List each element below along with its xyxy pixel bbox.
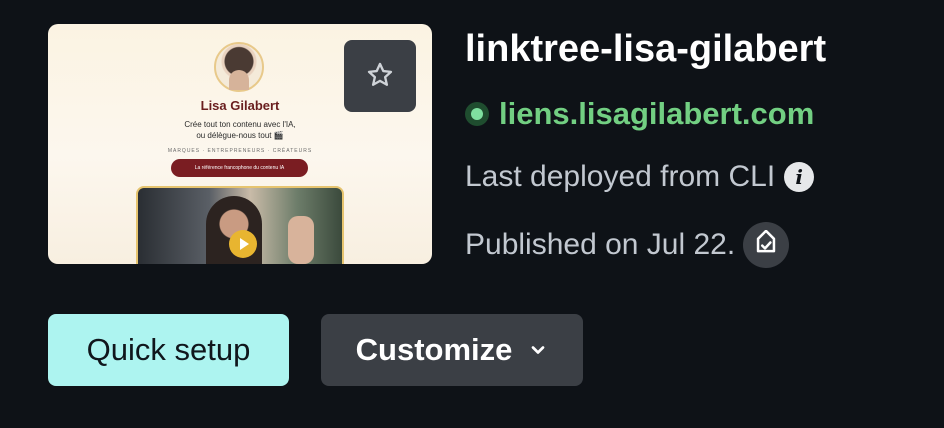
preview-avatar [214,42,264,92]
customize-label: Customize [355,332,513,367]
deploy-info: Last deployed from CLI i [465,160,815,194]
preview-categories: MARQUES · ENTREPRENEURS · CRÉATEURS [167,148,313,154]
star-icon [366,61,394,92]
preview-tagline-2: ou délègue-nous tout 🎬 [196,131,284,140]
deploy-text: Last deployed from CLI [465,160,776,193]
quick-setup-button[interactable]: Quick setup [48,314,289,386]
verified-badge-icon[interactable] [743,222,790,268]
play-icon [229,230,257,258]
published-text: Published on Jul 22. [465,228,736,261]
status-dot-icon [465,102,489,126]
video-hand [288,216,314,264]
site-url-link[interactable]: liens.lisagilabert.com [499,96,814,132]
info-icon[interactable]: i [784,162,815,192]
site-name[interactable]: linktree-lisa-gilabert [465,28,826,71]
preview-video [136,186,344,264]
preview-cta: La référence francophone du contenu IA [171,159,308,177]
preview-tagline-1: Crée tout ton contenu avec l'IA, [184,120,296,129]
publish-info: Published on Jul 22. [465,222,790,268]
site-url-row: liens.lisagilabert.com [465,96,814,132]
chevron-down-icon [528,340,548,360]
customize-button[interactable]: Customize [321,314,583,386]
favorite-button[interactable] [344,40,416,112]
